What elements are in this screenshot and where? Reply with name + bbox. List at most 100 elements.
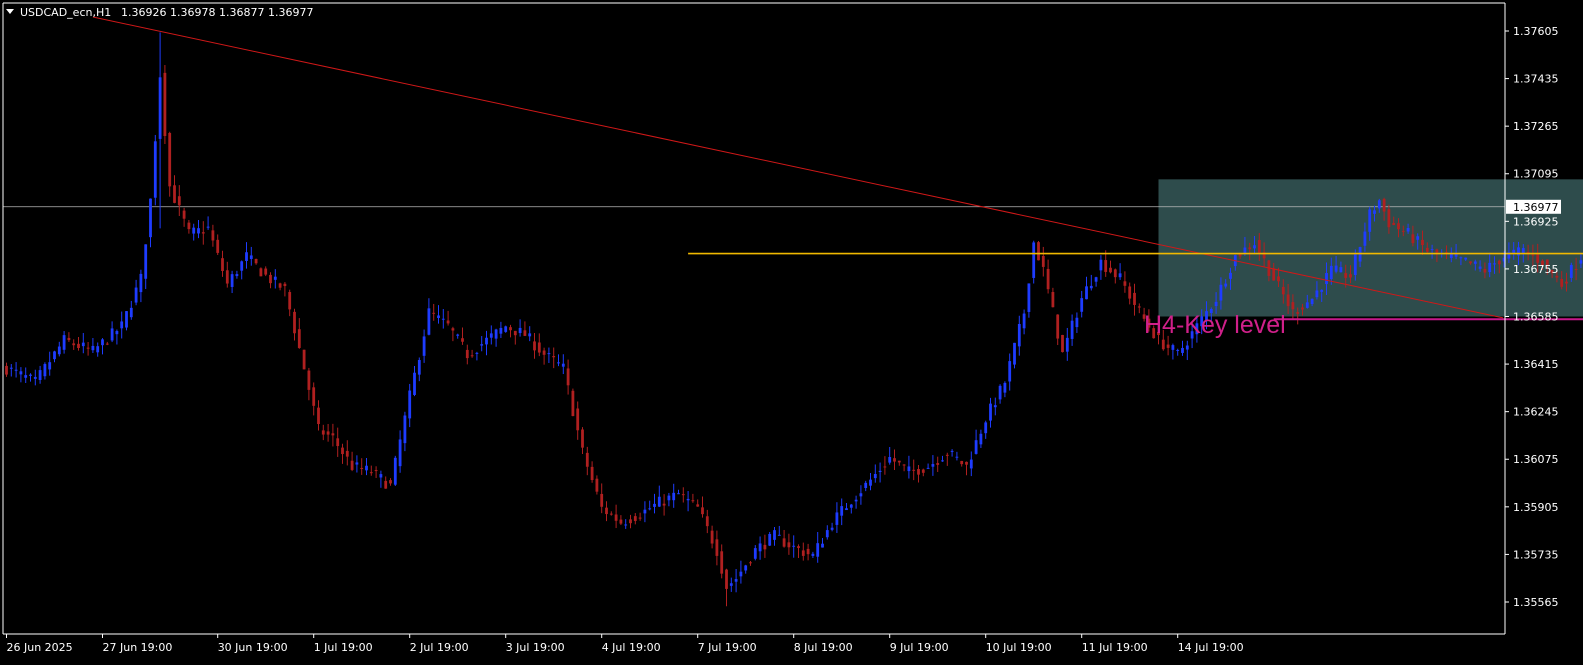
- candle-body: [1185, 345, 1189, 350]
- candle-body: [307, 370, 311, 390]
- candle-body: [595, 478, 599, 492]
- x-tick-label: 3 Jul 19:00: [506, 641, 565, 654]
- candle-body: [1569, 264, 1573, 278]
- candle-body: [653, 503, 656, 507]
- candle-body: [657, 496, 661, 507]
- candle-body: [542, 350, 546, 355]
- candle-body: [1166, 344, 1170, 348]
- candle-body: [24, 375, 28, 378]
- candle-body: [1382, 198, 1386, 212]
- y-tick-label: 1.35735: [1513, 548, 1559, 561]
- candle-body: [955, 456, 959, 458]
- candle-body: [9, 367, 13, 369]
- candle-body: [197, 228, 200, 234]
- y-tick-label: 1.36245: [1513, 406, 1559, 419]
- candle-body: [86, 347, 90, 349]
- candle-body: [571, 390, 575, 417]
- candle-body: [1085, 286, 1088, 300]
- candle-body: [1229, 272, 1232, 279]
- candle-body: [921, 469, 925, 473]
- candle-body: [1003, 382, 1007, 393]
- candle-body: [369, 472, 373, 474]
- candle-body: [432, 312, 436, 314]
- candle-body: [1555, 275, 1559, 278]
- candle-body: [125, 311, 128, 328]
- candle-body: [1219, 284, 1223, 301]
- candle-body: [81, 342, 85, 347]
- candle-body: [792, 545, 796, 547]
- candle-body: [1483, 268, 1487, 273]
- candle-body: [345, 450, 349, 457]
- candle-body: [67, 337, 71, 341]
- candle-body: [384, 480, 388, 489]
- price-chart[interactable]: H4-Key level 1.37605 1.37435 1.37265 1.3709…: [0, 0, 1583, 665]
- candle-body: [518, 327, 522, 334]
- candle-body: [835, 512, 839, 525]
- candle-body: [1521, 248, 1525, 254]
- x-tick-label: 14 Jul 19:00: [1178, 641, 1244, 654]
- candle-body: [715, 539, 719, 556]
- candle-body: [1478, 266, 1482, 269]
- candle-body: [998, 385, 1002, 400]
- candle-body: [1281, 286, 1285, 295]
- candle-body: [331, 433, 335, 436]
- current-price-label: 1.36977: [1513, 201, 1559, 214]
- candle-body: [1469, 261, 1472, 264]
- candle-body: [53, 351, 56, 360]
- candle-body: [523, 330, 527, 336]
- candle-body: [1032, 242, 1036, 278]
- candle-body: [950, 450, 954, 452]
- candle-body: [144, 244, 148, 279]
- candle-body: [393, 457, 397, 485]
- candle-body: [489, 333, 493, 338]
- candle-body: [821, 543, 824, 548]
- candle-body: [1075, 317, 1079, 328]
- candle-body: [600, 493, 604, 507]
- candle-body: [101, 339, 104, 346]
- candle-body: [801, 550, 805, 556]
- candle-body: [744, 565, 748, 571]
- ohlc-values: 1.36926 1.36978 1.36877 1.36977: [121, 6, 313, 19]
- candle-body: [177, 196, 181, 206]
- candle-body: [417, 360, 421, 375]
- candle-body: [96, 346, 100, 353]
- candle-body: [312, 387, 316, 406]
- candle-body: [979, 433, 983, 445]
- candle-body: [643, 509, 647, 514]
- candle-body: [974, 440, 978, 454]
- candle-body: [163, 72, 167, 137]
- annotation-label: H4-Key level: [1144, 311, 1286, 339]
- candle-body: [389, 480, 392, 484]
- candle-body: [43, 364, 47, 377]
- candle-body: [480, 344, 484, 346]
- candle-body: [1301, 307, 1304, 310]
- candle-body: [1411, 234, 1415, 244]
- candle-body: [768, 534, 772, 546]
- candle-body: [355, 462, 359, 465]
- candle-body: [201, 232, 205, 234]
- candle-body: [1373, 210, 1376, 214]
- candle-body: [902, 464, 906, 466]
- candle-body: [624, 524, 628, 526]
- candle-body: [1257, 240, 1261, 254]
- candle-body: [475, 352, 479, 354]
- candle-body: [360, 467, 364, 469]
- candle-body: [945, 454, 949, 456]
- candle-body: [926, 467, 930, 469]
- candle-body: [1113, 269, 1117, 278]
- candle-body: [1353, 254, 1357, 275]
- candle-body: [1176, 349, 1180, 351]
- candle-body: [225, 270, 229, 284]
- candle-body: [888, 456, 892, 463]
- candle-body: [168, 132, 172, 187]
- candle-body: [513, 330, 517, 336]
- candle-body: [720, 551, 724, 574]
- candle-body: [110, 328, 114, 341]
- candle-body: [187, 222, 191, 230]
- candle-body: [1565, 281, 1568, 284]
- candle-body: [1171, 345, 1175, 350]
- candle-body: [1459, 257, 1463, 259]
- candle-body: [139, 273, 143, 293]
- chart-window[interactable]: H4-Key level 1.37605 1.37435 1.37265 1.3709…: [0, 0, 1583, 665]
- candle-body: [1334, 265, 1338, 272]
